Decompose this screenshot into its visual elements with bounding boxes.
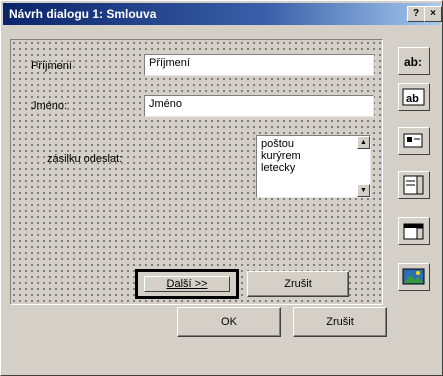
cancel-button[interactable]: Zrušit	[293, 307, 387, 337]
form-cancel-button[interactable]: Zrušit	[247, 271, 349, 297]
combobox-tool-button[interactable]	[398, 217, 430, 245]
label-tool-button[interactable]: ab:	[398, 47, 430, 75]
scroll-down-arrow-icon[interactable]: ▼	[357, 184, 370, 197]
next-button-face: Další >>	[144, 276, 230, 292]
listbox-tool-button[interactable]	[398, 171, 430, 199]
list-item[interactable]: letecky	[261, 162, 301, 174]
label-tool-icon: ab:	[404, 55, 422, 69]
checkbox-tool-icon	[403, 133, 423, 148]
surname-field[interactable]: Příjmení	[144, 54, 374, 76]
ok-button[interactable]: OK	[177, 307, 281, 337]
textbox-tool-icon: ab	[402, 88, 425, 106]
checkbox-tool-button[interactable]	[398, 127, 430, 155]
window-title: Návrh dialogu 1: Smlouva	[9, 7, 157, 21]
next-button[interactable]: Další >>	[135, 269, 239, 299]
title-bar[interactable]: Návrh dialogu 1: Smlouva ? ×	[3, 3, 442, 25]
scroll-up-arrow-icon[interactable]: ▲	[357, 136, 370, 149]
dialog-designer-window: Návrh dialogu 1: Smlouva ? × Příjmení Př…	[0, 0, 443, 376]
next-button-label: Další >>	[166, 278, 208, 290]
help-button[interactable]: ?	[407, 6, 425, 22]
svg-text:ab:: ab:	[404, 55, 422, 69]
close-button[interactable]: ×	[424, 6, 442, 22]
listbox-tool-icon	[403, 175, 424, 195]
firstname-label[interactable]: Jméno:	[31, 100, 67, 112]
combobox-tool-icon	[403, 223, 424, 240]
textbox-tool-button[interactable]: ab	[398, 83, 430, 111]
svg-text:ab: ab	[406, 93, 419, 105]
send-options: poštou kurýrem letecky	[261, 138, 301, 174]
image-tool-icon	[402, 268, 425, 285]
design-surface[interactable]: Příjmení Příjmení Jméno: Jméno zásilku o…	[10, 39, 383, 305]
firstname-field[interactable]: Jméno	[144, 95, 374, 117]
send-label[interactable]: zásilku odeslat:	[47, 153, 122, 165]
list-item[interactable]: kurýrem	[261, 150, 301, 162]
surname-label[interactable]: Příjmení	[31, 60, 72, 72]
send-method-listbox[interactable]: poštou kurýrem letecky ▲ ▼	[256, 135, 371, 198]
image-tool-button[interactable]	[398, 263, 430, 291]
list-item[interactable]: poštou	[261, 138, 301, 150]
